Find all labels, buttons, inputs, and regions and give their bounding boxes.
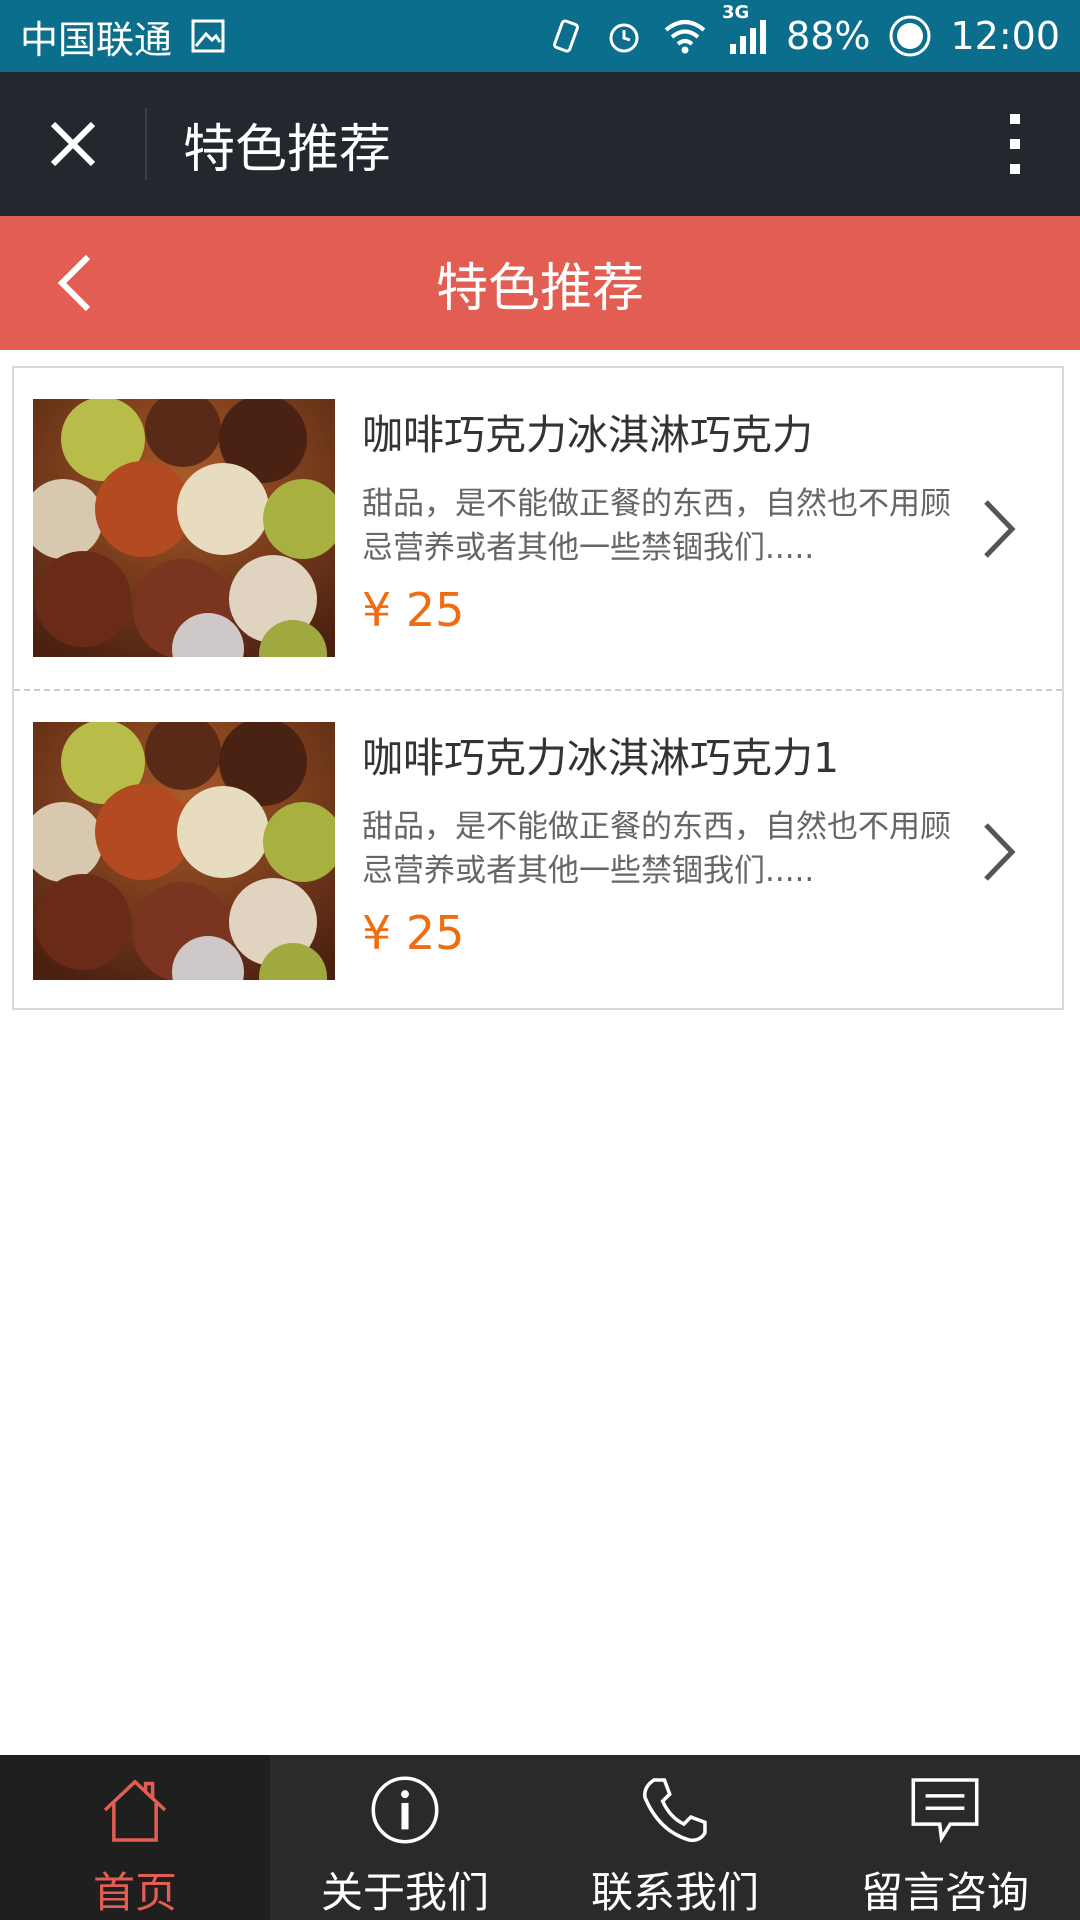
close-icon <box>50 121 95 167</box>
app-bar: 特色推荐 <box>0 72 1080 216</box>
clock: 12:00 <box>950 14 1060 58</box>
battery-icon <box>888 14 932 58</box>
product-title: 咖啡巧克力冰淇淋巧克力 <box>362 411 813 459</box>
wifi-icon <box>662 16 708 56</box>
battery-level: 88% <box>786 14 871 58</box>
product-title: 咖啡巧克力冰淇淋巧克力1 <box>362 734 840 782</box>
chevron-right-icon <box>984 823 1016 881</box>
nav-label: 联系我们 <box>590 1868 759 1917</box>
message-icon <box>911 1778 979 1844</box>
product-description: 甜品，是不能做正餐的东西，自然也不用顾忌营养或者其他一些禁锢我们..... <box>362 809 951 889</box>
back-button[interactable] <box>40 247 112 319</box>
item-body: 咖啡巧克力冰淇淋巧克力1 甜品，是不能做正餐的东西，自然也不用顾忌营养或者其他一… <box>362 731 962 963</box>
network-type: 3G <box>722 2 750 23</box>
back-icon <box>57 254 91 312</box>
status-left: 中国联通 <box>20 9 226 64</box>
nav-about[interactable]: 关于我们 <box>270 1755 540 1920</box>
signal-icon: 3G <box>722 2 768 56</box>
bottom-nav: 首页 关于我们 联系我们 留言咨询 <box>0 1755 1080 1920</box>
nav-contact[interactable]: 联系我们 <box>540 1755 810 1920</box>
home-icon <box>103 1779 167 1842</box>
close-button[interactable] <box>0 72 145 216</box>
nav-label: 首页 <box>92 1868 177 1917</box>
status-bar: 中国联通 3G 88% 12:00 <box>0 0 1080 72</box>
nav-label: 留言咨询 <box>860 1868 1029 1917</box>
page-header: 特色推荐 <box>0 216 1080 350</box>
item-body: 咖啡巧克力冰淇淋巧克力 甜品，是不能做正餐的东西，自然也不用顾忌营养或者其他一些… <box>362 408 962 640</box>
product-image <box>33 399 335 657</box>
list-item[interactable]: 咖啡巧克力冰淇淋巧克力1 甜品，是不能做正餐的东西，自然也不用顾忌营养或者其他一… <box>14 689 1062 1010</box>
product-list: 咖啡巧克力冰淇淋巧克力 甜品，是不能做正餐的东西，自然也不用顾忌营养或者其他一些… <box>12 366 1064 1010</box>
info-icon <box>371 1776 439 1844</box>
phone-icon <box>643 1778 707 1842</box>
gallery-notification-icon <box>190 18 226 54</box>
status-right: 3G 88% 12:00 <box>546 2 1060 58</box>
chevron-right-icon <box>984 500 1016 558</box>
more-icon <box>1010 114 1020 174</box>
list-item[interactable]: 咖啡巧克力冰淇淋巧克力 甜品，是不能做正餐的东西，自然也不用顾忌营养或者其他一些… <box>14 368 1062 689</box>
carrier-name: 中国联通 <box>20 17 173 62</box>
vibrate-icon <box>546 16 586 56</box>
product-image <box>33 722 335 980</box>
alarm-icon <box>604 16 644 56</box>
more-button[interactable] <box>950 72 1080 216</box>
page-title: 特色推荐 <box>435 258 644 319</box>
product-price: ¥ 25 <box>362 583 465 637</box>
app-title: 特色推荐 <box>183 119 392 180</box>
nav-message[interactable]: 留言咨询 <box>810 1755 1080 1920</box>
nav-label: 关于我们 <box>320 1868 489 1917</box>
nav-home[interactable]: 首页 <box>0 1755 270 1920</box>
product-price: ¥ 25 <box>362 906 465 960</box>
product-description: 甜品，是不能做正餐的东西，自然也不用顾忌营养或者其他一些禁锢我们..... <box>362 486 951 566</box>
